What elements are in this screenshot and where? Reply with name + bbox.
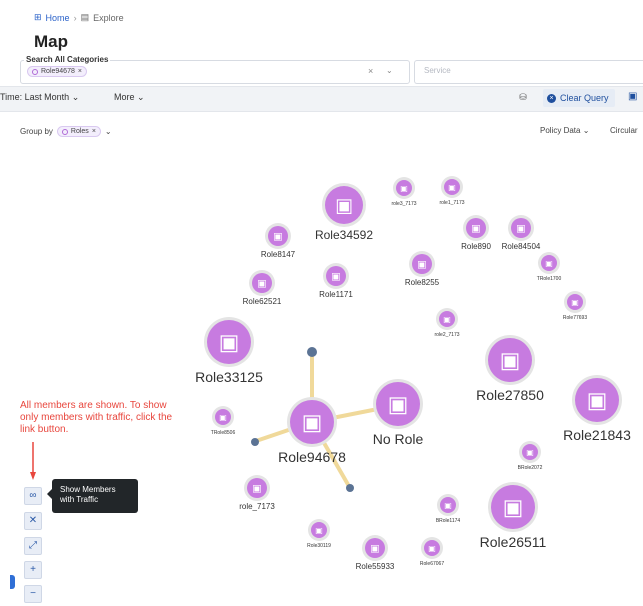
role-icon: ▣ <box>500 349 521 374</box>
role-icon: ▣ <box>302 411 323 436</box>
node-label: Role77693 <box>563 315 587 321</box>
node-label: Role27850 <box>476 387 544 403</box>
role-node[interactable]: ▣ Role8255 <box>405 251 440 287</box>
node-label: Role8147 <box>261 250 296 259</box>
role-node[interactable]: ▣ Role30119 <box>307 519 331 549</box>
node-label: role1_7173 <box>439 200 464 206</box>
role-icon: ▣ <box>471 224 480 235</box>
panel-handle[interactable] <box>10 575 15 589</box>
node-label: Role33125 <box>195 369 263 385</box>
role-icon: ▣ <box>444 501 452 510</box>
role-node[interactable]: ▣ Role21843 <box>563 375 631 443</box>
role-icon: ▣ <box>526 448 534 457</box>
role-icon: ▣ <box>388 393 409 418</box>
role-icon: ▣ <box>335 195 353 217</box>
annotation-text: All members are shown. To show only memb… <box>20 400 173 435</box>
role-icon: ▣ <box>545 259 553 268</box>
role-icon: ▣ <box>443 315 451 324</box>
role-node[interactable]: ▣ Role1171 <box>319 263 353 299</box>
role-icon: ▣ <box>400 184 408 193</box>
node-label: role_7173 <box>239 502 275 511</box>
node-label: role3_7173 <box>391 201 416 207</box>
role-node[interactable]: ▣ No Role <box>373 379 424 447</box>
zoom-in-button[interactable]: + <box>24 561 42 579</box>
role-node[interactable]: ▣ role2_7173 <box>434 308 460 338</box>
role-icon: ▣ <box>516 224 525 235</box>
node-label: TRole8506 <box>211 430 236 436</box>
role-icon: ▣ <box>417 260 426 271</box>
node-label: role2_7173 <box>434 332 459 338</box>
role-icon: ▣ <box>252 484 261 495</box>
role-map-graph[interactable]: ▣ Role34592 ▣ role3_7173 ▣ role1_7173 ▣ Role890… <box>0 0 643 606</box>
collapse-icon[interactable]: ✕ <box>24 512 42 530</box>
node-label: Role890 <box>461 242 491 251</box>
role-node[interactable]: ▣ role1_7173 <box>439 176 465 206</box>
role-icon: ▣ <box>448 183 456 192</box>
role-icon: ▣ <box>315 526 323 535</box>
node-label: BRole2072 <box>518 465 543 471</box>
node-label: Role62521 <box>243 297 282 306</box>
nodes: ▣ Role34592 ▣ role3_7173 ▣ role1_7173 ▣ Role890… <box>195 176 631 571</box>
expand-icon[interactable]: ⤢ <box>24 537 42 555</box>
role-node[interactable]: ▣ role3_7173 <box>391 177 417 207</box>
role-icon: ▣ <box>219 331 240 356</box>
node-label: Role67067 <box>420 561 444 567</box>
role-icon: ▣ <box>370 544 379 555</box>
role-node[interactable]: ▣ Role26511 <box>480 482 547 550</box>
node-label: No Role <box>373 431 424 447</box>
node-label: TRole1700 <box>537 276 562 282</box>
tooltip: Show Members with Traffic <box>47 479 138 513</box>
node-label: BRole1174 <box>436 518 461 524</box>
role-icon: ▣ <box>587 389 608 414</box>
service-node[interactable] <box>346 484 354 492</box>
role-node[interactable]: ▣ role_7173 <box>239 475 275 511</box>
node-label: Role21843 <box>563 427 631 443</box>
role-node[interactable]: ▣ Role84504 <box>502 215 541 251</box>
role-icon: ▣ <box>571 298 579 307</box>
zoom-out-button[interactable]: − <box>24 585 42 603</box>
role-node[interactable]: ▣ Role67067 <box>420 537 444 567</box>
role-node[interactable]: ▣ TRole1700 <box>537 252 562 282</box>
role-node[interactable]: ▣ Role890 <box>461 215 491 251</box>
show-traffic-link-button[interactable]: ∞ <box>24 487 42 505</box>
service-node[interactable] <box>307 347 317 357</box>
role-node[interactable]: ▣ Role62521 <box>243 270 282 306</box>
role-node[interactable]: ▣ Role55933 <box>356 535 395 571</box>
node-label: Role1171 <box>319 290 353 299</box>
role-node[interactable]: ▣ Role8147 <box>261 223 296 259</box>
role-node[interactable]: ▣ TRole8506 <box>211 406 236 436</box>
node-label: Role94678 <box>278 449 346 465</box>
role-node[interactable]: ▣ Role27850 <box>476 335 544 403</box>
node-label: Role55933 <box>356 562 395 571</box>
node-label: Role30119 <box>307 543 331 549</box>
role-node[interactable]: ▣ Role34592 <box>315 183 373 242</box>
role-icon: ▣ <box>257 279 266 290</box>
node-label: Role26511 <box>480 534 547 550</box>
service-node[interactable] <box>251 438 259 446</box>
role-icon: ▣ <box>331 272 340 283</box>
node-label: Role34592 <box>315 228 373 242</box>
annotation-arrow <box>30 442 36 480</box>
role-icon: ▣ <box>503 496 524 521</box>
role-node[interactable]: ▣ Role33125 <box>195 317 263 385</box>
map-page: ⊞ Home › ▤ Explore Map Search All Catego… <box>0 0 643 606</box>
node-label: Role84504 <box>502 242 541 251</box>
node-label: Role8255 <box>405 278 440 287</box>
role-icon: ▣ <box>219 413 227 422</box>
role-icon: ▣ <box>273 232 282 243</box>
role-icon: ▣ <box>428 544 436 553</box>
role-node[interactable]: ▣ Role77693 <box>563 291 587 321</box>
role-node[interactable]: ▣ BRole2072 <box>518 441 543 471</box>
role-node[interactable]: ▣ BRole1174 <box>436 494 461 524</box>
